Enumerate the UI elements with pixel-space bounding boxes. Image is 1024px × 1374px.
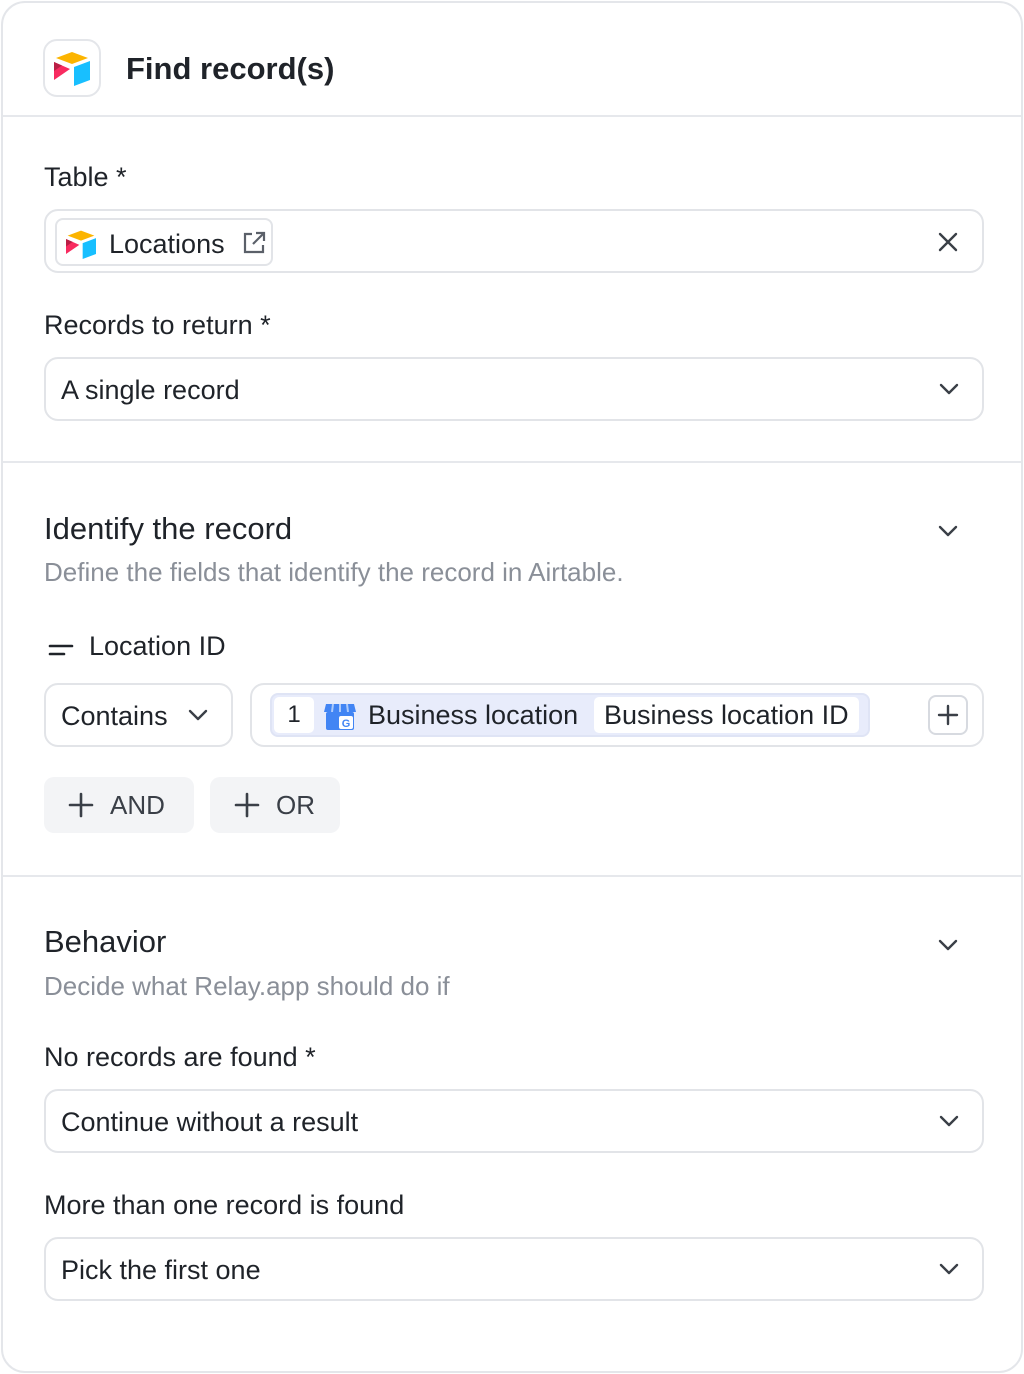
add-or-label: OR xyxy=(276,789,315,820)
page-title: Find record(s) xyxy=(126,51,335,86)
plus-icon xyxy=(234,792,260,818)
token-source: Business location xyxy=(368,700,579,730)
records-to-return-select[interactable]: A single record xyxy=(44,357,984,421)
variable-token[interactable]: 1 G Business location Business location … xyxy=(270,693,870,737)
airtable-logo-icon xyxy=(43,39,101,97)
records-to-return-label: Records to return * xyxy=(44,310,271,340)
plus-icon xyxy=(937,704,959,726)
no-records-label: No records are found * xyxy=(44,1042,316,1072)
condition-field-label: Location ID xyxy=(89,631,226,661)
chevron-down-icon[interactable] xyxy=(937,937,959,953)
plus-icon xyxy=(68,792,94,818)
add-and-label: AND xyxy=(110,789,165,820)
identify-section: Identify the record Define the fields th… xyxy=(3,463,1021,877)
chevron-down-icon xyxy=(939,1115,959,1127)
table-chip-label: Locations xyxy=(109,229,225,259)
chevron-down-icon xyxy=(939,383,959,395)
table-field[interactable]: Locations xyxy=(44,209,984,273)
add-variable-button[interactable] xyxy=(928,695,968,735)
operator-value: Contains xyxy=(61,701,168,731)
multiple-records-value: Pick the first one xyxy=(61,1255,261,1285)
svg-text:G: G xyxy=(342,718,351,730)
condition-value-field[interactable]: 1 G Business location Business location … xyxy=(250,683,984,747)
identify-subtitle: Define the fields that identify the reco… xyxy=(44,557,624,587)
token-step-number: 1 xyxy=(274,697,314,733)
find-records-panel: Find record(s) Table * Locations Records… xyxy=(1,1,1023,1373)
add-or-button[interactable]: OR xyxy=(210,777,340,833)
chevron-down-icon xyxy=(188,709,208,721)
table-chip[interactable]: Locations xyxy=(55,218,273,266)
records-to-return-value: A single record xyxy=(61,375,240,405)
table-label: Table * xyxy=(44,162,127,192)
behavior-subtitle: Decide what Relay.app should do if xyxy=(44,971,450,1001)
table-section: Table * Locations Records to return * A … xyxy=(3,117,1021,463)
external-link-icon[interactable] xyxy=(241,230,267,261)
chevron-down-icon xyxy=(939,1263,959,1275)
chevron-down-icon[interactable] xyxy=(937,523,959,539)
no-records-select[interactable]: Continue without a result xyxy=(44,1089,984,1153)
airtable-logo-icon xyxy=(63,229,99,264)
behavior-section: Behavior Decide what Relay.app should do… xyxy=(3,877,1021,1371)
no-records-value: Continue without a result xyxy=(61,1107,359,1137)
multiple-records-select[interactable]: Pick the first one xyxy=(44,1237,984,1301)
google-business-icon: G xyxy=(322,700,358,737)
token-field: Business location ID xyxy=(594,697,859,733)
behavior-title: Behavior xyxy=(44,924,167,959)
equals-icon xyxy=(48,643,74,662)
multiple-records-label: More than one record is found xyxy=(44,1190,405,1220)
panel-header: Find record(s) xyxy=(3,3,1021,117)
add-and-button[interactable]: AND xyxy=(44,777,194,833)
operator-select[interactable]: Contains xyxy=(44,683,233,747)
identify-title: Identify the record xyxy=(44,511,293,546)
close-icon[interactable] xyxy=(936,230,960,259)
